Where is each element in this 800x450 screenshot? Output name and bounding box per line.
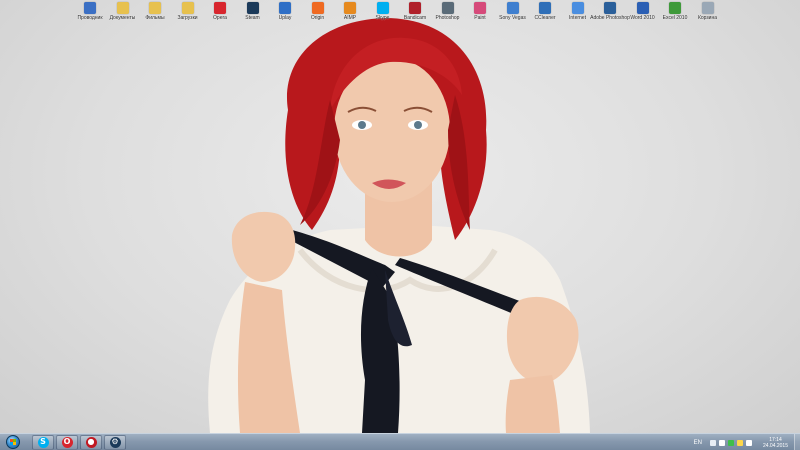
volume-icon[interactable]: [736, 439, 743, 446]
bandicam-icon: ●: [85, 436, 97, 448]
desktop-shortcut[interactable]: Корзина: [686, 2, 730, 21]
steam-icon: [246, 2, 259, 14]
flag-icon[interactable]: [745, 439, 752, 446]
taskbar-button-opera[interactable]: O: [56, 434, 78, 450]
language-indicator[interactable]: EN: [694, 440, 702, 446]
wallpaper-portrait: [208, 18, 590, 433]
start-button[interactable]: [0, 434, 26, 450]
taskbar-pinned-apps: S O ● ⚙: [32, 434, 126, 450]
network-icon[interactable]: [718, 439, 725, 446]
network-icon: [571, 2, 584, 14]
photoshop-icon: [441, 2, 454, 14]
taskbar-button-skype[interactable]: S: [32, 434, 54, 450]
aimp-icon: [344, 2, 356, 14]
bandicam-icon: [409, 2, 421, 14]
folder-icon: [149, 2, 161, 14]
photoshop-cs-icon: [604, 2, 616, 14]
opera-icon: O: [61, 436, 73, 448]
explorer-icon: [84, 2, 96, 14]
taskbar: S O ● ⚙ EN 17:14 24.04.2015: [0, 433, 800, 450]
desktop-shortcut-label: Корзина: [697, 15, 718, 21]
folder-icon: [116, 2, 129, 14]
steam-icon: ⚙: [109, 436, 121, 448]
taskbar-button-bandicam[interactable]: ●: [80, 434, 102, 450]
excel-icon: [669, 2, 681, 14]
skype-icon: S: [37, 436, 49, 448]
uplay-icon: [279, 2, 291, 14]
tray-icons: [709, 439, 755, 446]
clock-date: 24.04.2015: [762, 442, 788, 449]
skype-icon: [376, 2, 389, 14]
ccleaner-icon: [539, 2, 551, 14]
paint-icon: [474, 2, 486, 14]
windows-logo-icon: [6, 435, 20, 449]
taskbar-button-steam[interactable]: ⚙: [104, 434, 126, 450]
opera-icon: [214, 2, 226, 14]
show-desktop-button[interactable]: [794, 434, 800, 450]
clock[interactable]: 17:14 24.04.2015: [763, 437, 788, 449]
update-icon[interactable]: [727, 439, 734, 446]
up-arrow-icon[interactable]: [709, 439, 716, 446]
vegas-icon: [506, 2, 519, 14]
desktop-wallpaper: [0, 0, 800, 433]
desktop-icon-area: Проводник Документы Фильмы Загрузки Opera Ste…: [0, 0, 800, 40]
recycle-bin-icon: [701, 2, 714, 14]
origin-icon: [311, 2, 324, 14]
folder-icon: [181, 2, 194, 14]
system-tray: EN 17:14 24.04.2015: [694, 434, 800, 450]
word-icon: [636, 2, 649, 14]
